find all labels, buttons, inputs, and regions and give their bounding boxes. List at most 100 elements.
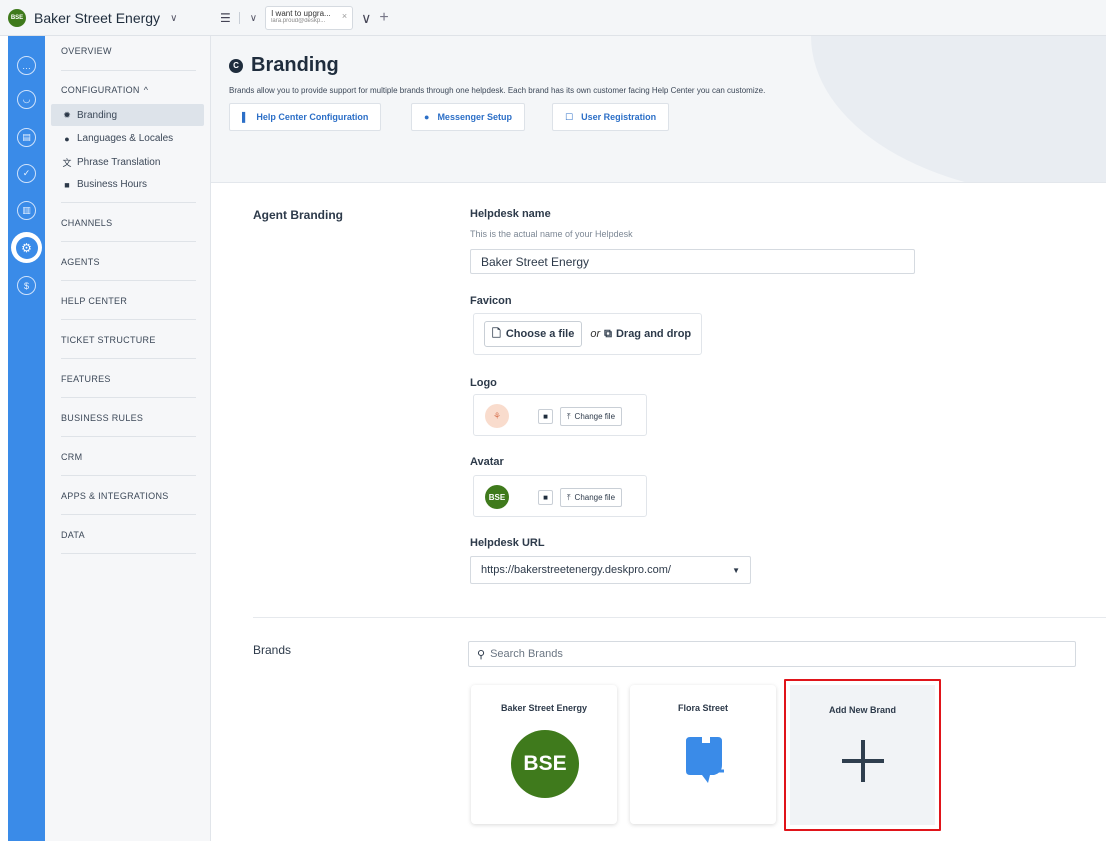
add-tab-icon[interactable]: + <box>379 9 388 27</box>
sidebar-data[interactable]: DATA <box>61 530 85 540</box>
settings-icon[interactable]: ⚙ <box>11 232 42 263</box>
user-icon[interactable]: ◡ <box>17 90 36 109</box>
chat-bubble-icon: ● <box>424 112 430 122</box>
copy-icon: ⧉ <box>604 327 612 340</box>
reports-icon[interactable]: ▥ <box>17 201 36 220</box>
chevron-down-icon[interactable]: ∨ <box>361 10 371 27</box>
logo-upload: ⚘ ■ ⤒ Change file <box>473 394 647 436</box>
add-new-brand-label: Add New Brand <box>828 705 896 715</box>
ticket-tab-subtitle: lara.proud@deskp... <box>271 18 326 24</box>
top-bar: BSE Baker Street Energy ∨ ☰ ∨ I want to … <box>0 0 1106 36</box>
search-brands-input[interactable]: ⚲ Search Brands <box>468 641 1076 667</box>
sidebar-features[interactable]: FEATURES <box>61 374 111 384</box>
app-rail: … ◡ ▤ ✓ ▥ ⚙ $ <box>8 36 45 841</box>
page-header: C Branding Brands allow you to provide s… <box>211 36 1106 183</box>
sidebar-crm[interactable]: CRM <box>61 452 82 462</box>
chat-icon[interactable]: … <box>17 56 36 75</box>
trash-icon[interactable]: ■ <box>538 490 553 505</box>
page-title: C Branding <box>229 54 339 77</box>
add-new-brand-panel: Add New Brand <box>790 685 935 825</box>
sidebar-item-label: Branding <box>77 109 118 121</box>
drag-drop-label: Drag and drop <box>615 328 692 340</box>
list-icon[interactable]: ☰ <box>220 11 231 25</box>
sidebar-help-center[interactable]: HELP CENTER <box>61 296 127 306</box>
helpdesk-name-label: Helpdesk name <box>470 208 551 220</box>
brand-card-flora-street[interactable]: Flora Street <box>630 685 776 824</box>
brand-switcher[interactable]: BSE Baker Street Energy ∨ <box>0 0 210 36</box>
avatar: BSE <box>485 485 509 509</box>
help-center-configuration-button[interactable]: ▌ Help Center Configuration <box>229 103 382 131</box>
helpdesk-url-select[interactable]: https://bakerstreetenergy.deskpro.com/ ▼ <box>470 556 751 584</box>
helpdesk-url-label: Helpdesk URL <box>470 537 545 549</box>
choose-file-button[interactable]: 🗋 Choose a file <box>484 321 583 347</box>
sidebar-item-phrase-translation[interactable]: 文 Phrase Translation <box>61 156 160 169</box>
chevron-up-icon: ^ <box>143 85 149 95</box>
divider <box>61 241 196 242</box>
avatar-upload: BSE ■ ⤒ Change file <box>473 475 647 517</box>
avatar-label: Avatar <box>470 456 504 468</box>
globe-icon: ● <box>64 133 70 144</box>
billing-icon[interactable]: $ <box>17 276 36 295</box>
sun-icon: ✹ <box>63 109 71 120</box>
page-title-text: Branding <box>251 54 339 76</box>
or-text: or <box>590 328 601 340</box>
sidebar-item-label: Phrase Translation <box>77 157 161 168</box>
trash-icon[interactable]: ■ <box>538 409 553 424</box>
drag-drop-zone[interactable]: ⧉ Drag and drop <box>604 328 691 341</box>
change-avatar-button[interactable]: ⤒ Change file <box>560 488 623 507</box>
divider <box>61 397 196 398</box>
change-file-label: Change file <box>574 493 616 502</box>
divider <box>61 475 196 476</box>
close-icon[interactable]: × <box>342 11 347 21</box>
book-icon: ▌ <box>242 112 249 122</box>
button-label: Messenger Setup <box>437 112 512 122</box>
messenger-setup-button[interactable]: ● Messenger Setup <box>411 103 525 131</box>
sidebar-overview[interactable]: OVERVIEW <box>61 46 112 56</box>
divider <box>61 358 196 359</box>
chevron-down-icon[interactable]: ∨ <box>250 13 257 24</box>
search-placeholder: Search Brands <box>490 648 563 660</box>
section-divider <box>253 617 1106 618</box>
sidebar-apps-integrations[interactable]: APPS & INTEGRATIONS <box>61 491 169 501</box>
sidebar-item-languages[interactable]: ● Languages & Locales <box>61 133 173 144</box>
user-registration-button[interactable]: ☐ User Registration <box>552 103 670 131</box>
sidebar-item-branding[interactable]: ✹ Branding <box>51 104 204 126</box>
sidebar-agents[interactable]: AGENTS <box>61 257 100 267</box>
task-check-icon[interactable]: ✓ <box>17 164 36 183</box>
logo-preview: ⚘ <box>485 404 509 428</box>
brand-card-baker-street-energy[interactable]: Baker Street Energy BSE <box>471 685 617 824</box>
user-icon: ☐ <box>565 111 574 122</box>
sidebar-configuration[interactable]: CONFIGURATION ^ <box>61 85 148 95</box>
sidebar-business-rules[interactable]: BUSINESS RULES <box>61 413 143 423</box>
divider <box>61 202 196 203</box>
page-description: Brands allow you to provide support for … <box>229 86 766 95</box>
ticket-search-icon[interactable]: ▤ <box>17 128 36 147</box>
add-new-brand-card[interactable]: Add New Brand <box>784 679 941 831</box>
upload-icon: ⤒ <box>567 411 571 421</box>
plus-icon <box>842 740 884 782</box>
logo-label: Logo <box>470 377 497 389</box>
settings-sidebar: OVERVIEW CONFIGURATION ^ ✹ Branding ● La… <box>45 36 211 841</box>
divider <box>61 553 196 554</box>
ticket-tabs: ☰ ∨ I want to upgra... lara.proud@deskp.… <box>220 0 389 36</box>
sidebar-channels[interactable]: CHANNELS <box>61 218 112 228</box>
button-label: User Registration <box>581 112 657 122</box>
change-logo-button[interactable]: ⤒ Change file <box>560 407 623 426</box>
deskpro-logo-icon <box>686 737 724 783</box>
calendar-icon: ■ <box>64 179 70 190</box>
file-icon: 🗋 <box>492 327 501 340</box>
ticket-tab[interactable]: I want to upgra... lara.proud@deskp... × <box>265 6 354 30</box>
favicon-upload: 🗋 Choose a file or ⧉ Drag and drop <box>473 313 703 355</box>
sidebar-item-business-hours[interactable]: ■ Business Hours <box>61 179 147 190</box>
divider <box>61 514 196 515</box>
header-decoration <box>811 36 1106 182</box>
sidebar-ticket-structure[interactable]: TICKET STRUCTURE <box>61 335 156 345</box>
brand-switcher-name: Baker Street Energy <box>34 10 161 26</box>
branding-icon: C <box>229 58 243 73</box>
sidebar-item-label: Languages & Locales <box>77 133 174 144</box>
helpdesk-name-input[interactable]: Baker Street Energy <box>470 249 915 274</box>
translate-icon: 文 <box>62 158 72 168</box>
helpdesk-url-value: https://bakerstreetenergy.deskpro.com/ <box>481 564 671 576</box>
divider <box>61 436 196 437</box>
chevron-down-icon: ∨ <box>170 12 178 24</box>
